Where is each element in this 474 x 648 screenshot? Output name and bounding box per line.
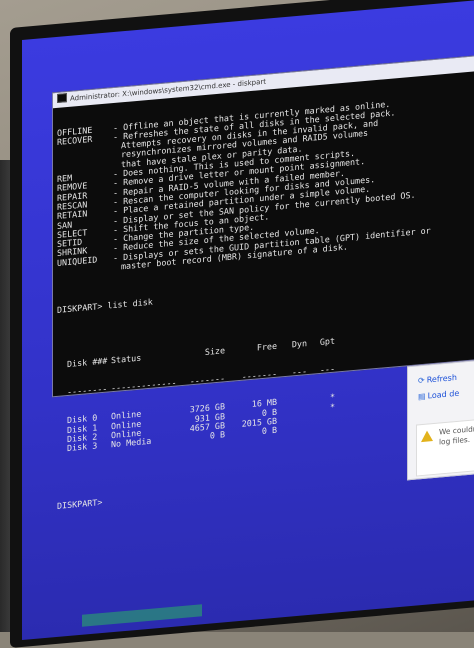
side-panel: ⟳ Refresh ▤ Load de We couldn' log files. (407, 357, 474, 481)
load-link[interactable]: ▤ Load de (418, 389, 459, 402)
column-separator: ------- (241, 369, 277, 383)
column-separator: --- (319, 363, 335, 376)
column-header: Dyn (291, 338, 307, 350)
warning-icon (421, 430, 433, 443)
column-separator: ------------- (111, 377, 177, 394)
command-list: OFFLINE - Offline an object that is curre… (57, 90, 474, 277)
document-icon: ▤ (418, 391, 426, 402)
cmd-icon (57, 93, 67, 103)
prompt-list-disk: DISKPART> list disk (57, 296, 153, 315)
warning-line-2: log files. (439, 434, 471, 447)
table-cell (277, 423, 307, 435)
refresh-link[interactable]: ⟳ Refresh (418, 373, 457, 385)
desktop-screen: Administrator: X:\windows\system32\cmd.e… (22, 0, 474, 641)
table-cell: Disk 3 (67, 440, 98, 454)
column-header: Free (256, 341, 277, 353)
warning-note: We couldn' log files. (416, 416, 474, 477)
column-header: Disk ### (67, 355, 108, 370)
column-separator: --- (291, 366, 307, 378)
cmd-window[interactable]: Administrator: X:\windows\system32\cmd.e… (52, 53, 474, 511)
column-header: Status (111, 352, 142, 366)
column-header: Gpt (319, 336, 335, 348)
refresh-icon: ⟳ (418, 375, 425, 386)
table-cell (307, 421, 335, 433)
column-separator: ------- (189, 373, 225, 387)
taskbar-item[interactable] (82, 604, 202, 627)
column-header: Size (204, 345, 225, 358)
column-separator: -------- (67, 383, 108, 398)
